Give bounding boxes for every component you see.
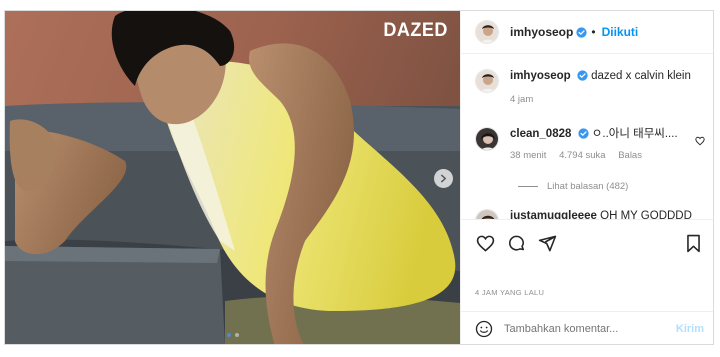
caption-text: dazed x calvin klein <box>591 70 691 82</box>
post-modal: DAZED imhyoseop • Diikuti imhyoseop daze… <box>4 10 714 345</box>
action-bar <box>461 219 713 271</box>
chevron-right-icon <box>440 174 447 183</box>
brand-logo: DAZED <box>383 20 448 41</box>
emoji-icon[interactable] <box>475 320 493 338</box>
post-sidebar: imhyoseop • Diikuti imhyoseop dazed x ca… <box>460 11 713 344</box>
post-photo <box>5 11 460 344</box>
avatar-image <box>476 70 498 92</box>
following-button[interactable]: Diikuti <box>602 25 639 39</box>
comment-icon[interactable] <box>507 234 526 253</box>
avatar[interactable] <box>475 20 499 44</box>
carousel-dot <box>234 333 239 337</box>
comment-item: clean_0828 ㅇ..아니 태무씨.... 38 menit 4.794 … <box>475 127 705 161</box>
header-username[interactable]: imhyoseop <box>510 25 573 39</box>
comment-username[interactable]: justamuggleeee <box>510 210 597 219</box>
comment-avatar[interactable] <box>475 209 499 219</box>
view-replies-label: Lihat balasan (482) <box>547 181 629 192</box>
post-media[interactable]: DAZED <box>5 11 460 344</box>
comment-time[interactable]: 38 menit <box>510 150 546 161</box>
post-date[interactable]: 4 JAM YANG LALU <box>475 288 544 297</box>
send-button[interactable]: Kirim <box>676 323 704 335</box>
comment-text: OH MY GODDDD <box>600 210 692 219</box>
verified-badge-icon <box>576 26 587 38</box>
avatar-image <box>476 21 498 43</box>
post-header: imhyoseop • Diikuti <box>461 11 713 54</box>
heart-icon[interactable] <box>476 234 495 253</box>
avatar-image <box>476 128 498 150</box>
caption-time[interactable]: 4 jam <box>510 94 533 105</box>
carousel-indicator <box>226 333 239 337</box>
comments-list[interactable]: imhyoseop dazed x calvin klein 4 jam cle… <box>461 55 713 219</box>
caption-username[interactable]: imhyoseop <box>510 70 571 82</box>
replies-divider <box>518 186 538 187</box>
carousel-dot-active <box>226 333 231 337</box>
share-icon[interactable] <box>538 234 557 253</box>
next-slide-button[interactable] <box>434 169 453 188</box>
bookmark-icon[interactable] <box>685 234 702 253</box>
heart-icon[interactable] <box>695 136 705 146</box>
avatar-image <box>476 210 498 219</box>
view-replies-button[interactable]: Lihat balasan (482) <box>518 181 628 192</box>
verified-badge-icon <box>577 128 589 139</box>
comment-text: ㅇ..아니 태무씨.... <box>591 128 678 140</box>
caption-avatar[interactable] <box>475 69 499 93</box>
comment-avatar[interactable] <box>475 127 499 151</box>
comment-item: justamuggleeee OH MY GODDDD <box>475 209 692 219</box>
comment-likes[interactable]: 4.794 suka <box>559 150 605 161</box>
caption: imhyoseop dazed x calvin klein 4 jam <box>475 69 691 107</box>
header-separator: • <box>591 25 596 39</box>
verified-badge-icon <box>577 70 588 81</box>
reply-button[interactable]: Balas <box>618 150 642 161</box>
comment-composer: Kirim <box>461 311 713 344</box>
comment-input[interactable] <box>504 323 664 335</box>
comment-username[interactable]: clean_0828 <box>510 128 571 140</box>
